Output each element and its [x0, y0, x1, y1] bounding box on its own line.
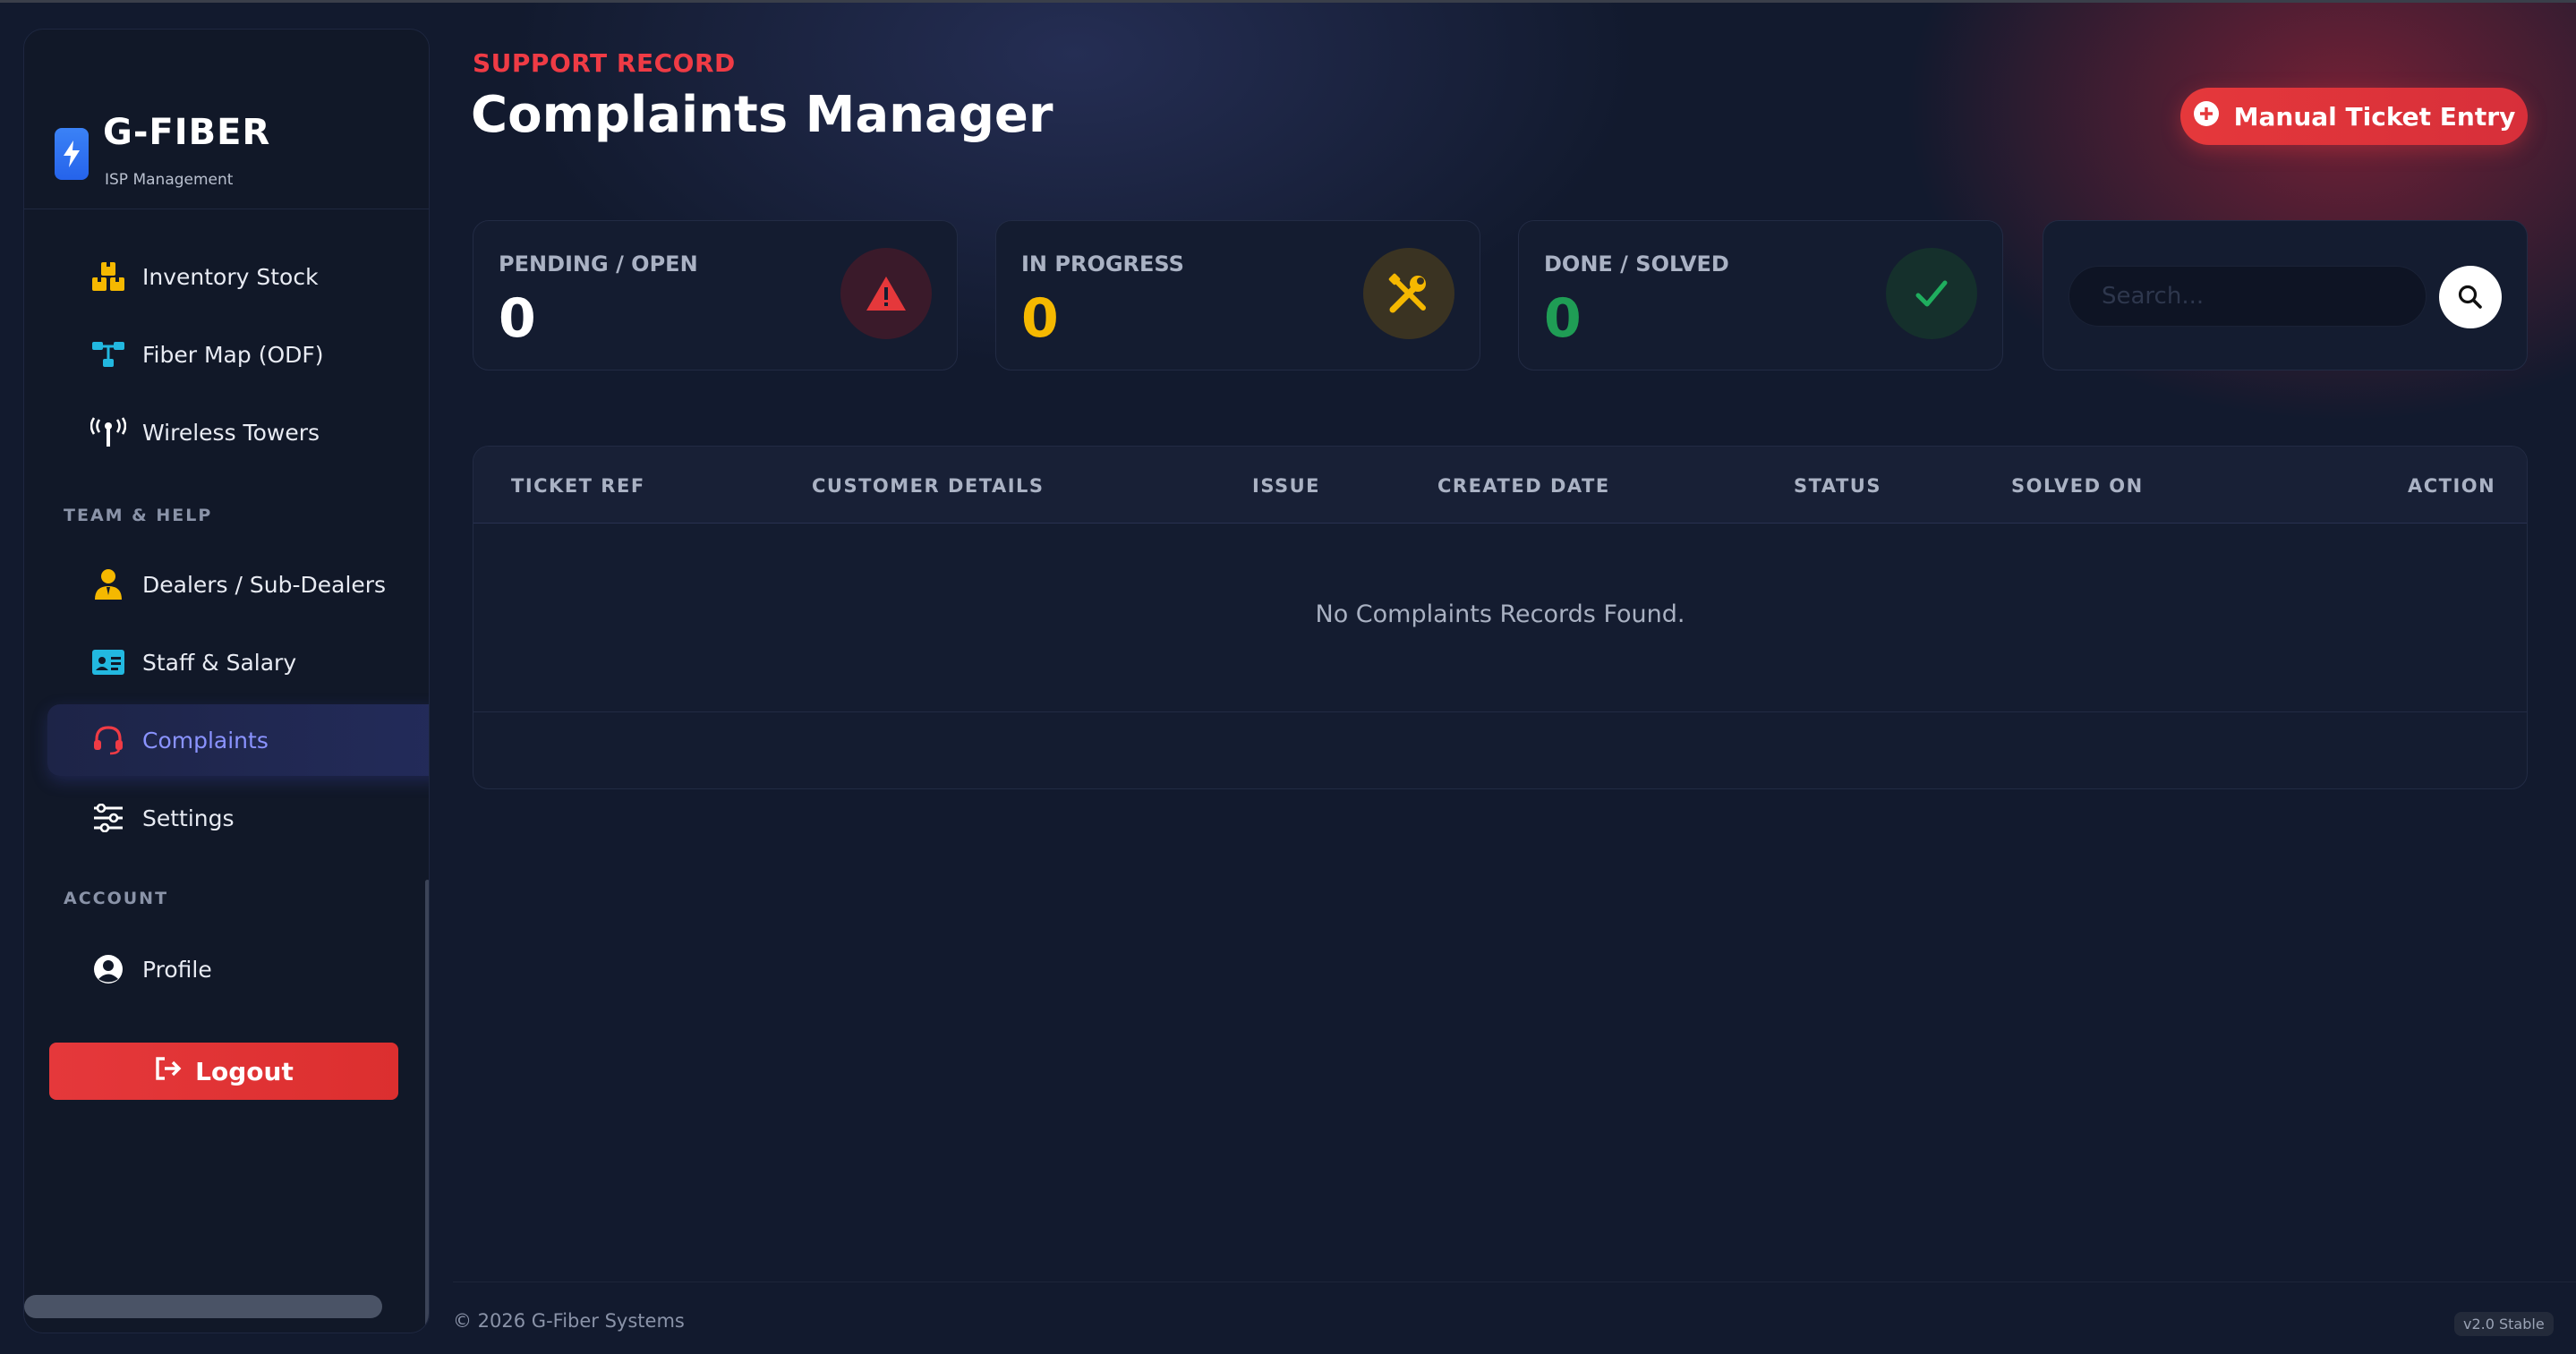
id-card-icon [89, 643, 128, 682]
sidebar-item-fiber-map[interactable]: Fiber Map (ODF) [47, 319, 429, 390]
sidebar: G-FIBER ISP Management Inventory Stock F… [23, 29, 430, 1333]
warning-icon [840, 248, 932, 339]
logout-button[interactable]: Logout [49, 1043, 398, 1100]
search-input[interactable] [2068, 266, 2427, 327]
stat-label: DONE / SOLVED [1544, 251, 1729, 277]
sidebar-item-inventory-stock[interactable]: Inventory Stock [47, 241, 429, 312]
sidebar-item-label: Dealers / Sub-Dealers [142, 571, 387, 598]
sidebar-item-staff-salary[interactable]: Staff & Salary [47, 626, 429, 698]
empty-state-message: No Complaints Records Found. [1315, 600, 1685, 628]
column-header-solved-on: SOLVED ON [2011, 475, 2144, 497]
boxes-icon [89, 257, 128, 296]
stat-card-done: DONE / SOLVED 0 [1518, 220, 2003, 370]
network-icon [89, 335, 128, 374]
version-badge: v2.0 Stable [2454, 1312, 2554, 1336]
stat-label: IN PROGRESS [1021, 251, 1184, 277]
table-header: TICKET REF CUSTOMER DETAILS ISSUE CREATE… [473, 447, 2527, 524]
brand-subtitle: ISP Management [105, 171, 234, 189]
stat-card-pending: PENDING / OPEN 0 [473, 220, 958, 370]
page-title: Complaints Manager [471, 86, 1053, 144]
sidebar-scrollbar-horizontal[interactable] [24, 1295, 382, 1318]
sidebar-item-complaints[interactable]: Complaints [47, 704, 429, 776]
window-top-border [0, 0, 2576, 3]
column-header-ticket-ref: TICKET REF [511, 475, 645, 497]
sidebar-item-wireless-towers[interactable]: Wireless Towers [47, 396, 429, 468]
sidebar-item-label: Profile [142, 956, 212, 983]
search-icon [2458, 285, 2482, 309]
stat-value-done: 0 [1544, 287, 1582, 350]
sidebar-item-label: Settings [142, 805, 235, 831]
headset-icon [89, 720, 128, 760]
brand[interactable]: G-FIBER ISP Management [55, 85, 413, 189]
search-button[interactable] [2439, 266, 2502, 328]
search-card [2043, 220, 2528, 370]
check-icon [1886, 248, 1977, 339]
section-label-account: ACCOUNT [64, 889, 169, 908]
tower-icon [89, 413, 128, 452]
user-tie-icon [89, 565, 128, 604]
sidebar-item-settings[interactable]: Settings [47, 782, 429, 854]
sidebar-item-label: Wireless Towers [142, 419, 320, 446]
column-header-customer-details: CUSTOMER DETAILS [812, 475, 1045, 497]
plus-circle-icon [2193, 100, 2220, 133]
column-header-created-date: CREATED DATE [1437, 475, 1610, 497]
column-header-status: STATUS [1794, 475, 1881, 497]
stat-value-pending: 0 [499, 287, 536, 350]
sign-out-icon [154, 1056, 183, 1087]
stat-card-in-progress: IN PROGRESS 0 [995, 220, 1480, 370]
table-divider [473, 711, 2527, 712]
sidebar-item-label: Complaints [142, 727, 269, 754]
bolt-icon [55, 128, 89, 180]
manual-ticket-entry-label: Manual Ticket Entry [2233, 101, 2516, 132]
stat-label: PENDING / OPEN [499, 251, 698, 277]
sidebar-item-label: Staff & Salary [142, 649, 297, 676]
sidebar-item-dealers[interactable]: Dealers / Sub-Dealers [47, 549, 429, 620]
sidebar-item-label: Fiber Map (ODF) [142, 341, 324, 368]
tools-icon [1363, 248, 1454, 339]
page-kicker: SUPPORT RECORD [473, 48, 736, 78]
brand-name: G-FIBER [103, 112, 271, 153]
sidebar-scrollbar-vertical[interactable] [425, 880, 429, 1327]
section-label-team: TEAM & HELP [64, 506, 213, 525]
sidebar-item-profile[interactable]: Profile [47, 933, 429, 1005]
complaints-table: TICKET REF CUSTOMER DETAILS ISSUE CREATE… [473, 446, 2528, 789]
column-header-issue: ISSUE [1252, 475, 1321, 497]
sliders-icon [89, 798, 128, 838]
sidebar-item-label: Inventory Stock [142, 263, 319, 290]
copyright-text: © 2026 G-Fiber Systems [453, 1310, 685, 1332]
logout-label: Logout [195, 1056, 294, 1086]
column-header-action: ACTION [2408, 475, 2496, 497]
user-circle-icon [89, 950, 128, 989]
manual-ticket-entry-button[interactable]: Manual Ticket Entry [2180, 88, 2528, 145]
stat-value-in-progress: 0 [1021, 287, 1059, 350]
